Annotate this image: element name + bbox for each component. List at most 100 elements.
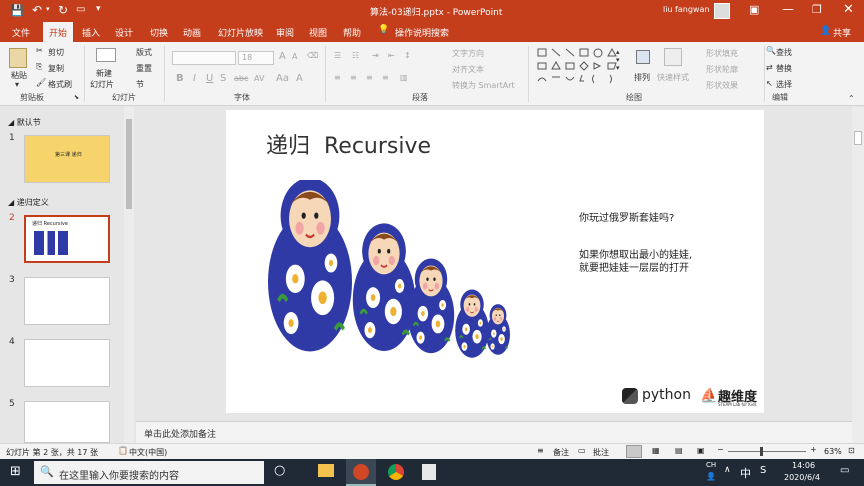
shrink-font-icon[interactable]: A [292, 52, 297, 61]
grow-font-icon[interactable]: A [279, 51, 286, 62]
notification-icon[interactable]: ▭ [840, 465, 849, 476]
new-slide-label2[interactable]: 幻灯片 [90, 79, 114, 90]
matryoshka-dolls-image[interactable] [266, 180, 516, 362]
ime-s[interactable]: S [760, 465, 766, 476]
current-slide[interactable]: 递归 Recursive 你玩过俄罗斯套娃吗? 如果你想取出最小的娃娃, 就要把… [226, 110, 764, 413]
align-left-icon[interactable]: ≡ [334, 73, 341, 82]
slide-title[interactable]: 递归 Recursive [266, 128, 431, 160]
new-slide-button[interactable]: 新建 [96, 68, 112, 79]
format-painter-button[interactable]: 格式刷 [48, 79, 72, 90]
question-text[interactable]: 你玩过俄罗斯套娃吗? [579, 209, 674, 224]
gallery-scroll-icon[interactable]: ▴ ▾ ▾ [616, 48, 620, 72]
collapse-ribbon-icon[interactable]: ⌃ [848, 94, 855, 103]
show-hidden-icon[interactable]: ∧ [724, 465, 731, 475]
find-button[interactable]: 查找 [776, 47, 792, 58]
reading-view-icon[interactable]: ▤ [675, 446, 683, 455]
tab-file[interactable]: 文件 [12, 26, 30, 39]
bold-button[interactable]: B [176, 73, 184, 84]
slide-thumbnail-5[interactable] [24, 401, 110, 443]
tab-slideshow[interactable]: 幻灯片放映 [218, 26, 263, 39]
bullets-icon[interactable]: ☰ [334, 51, 341, 60]
notes-toggle-button[interactable]: 备注 [553, 447, 569, 458]
font-name-combo[interactable] [172, 51, 236, 65]
font-size-combo[interactable]: 18 [238, 51, 274, 65]
text-direction-button[interactable]: 文字方向 [452, 48, 484, 59]
shape-fill-button[interactable]: 形状填充 [706, 48, 738, 59]
undo-icon[interactable]: ↶ [32, 3, 42, 17]
quick-styles-icon[interactable] [664, 48, 682, 66]
tab-animations[interactable]: 动画 [183, 26, 201, 39]
tab-home[interactable]: 开始 [43, 22, 74, 42]
tell-me-search[interactable]: 操作说明搜索 [395, 26, 449, 39]
tab-review[interactable]: 审阅 [276, 26, 294, 39]
close-icon[interactable]: ✕ [843, 2, 854, 17]
undo-dropdown-icon[interactable]: ▾ [46, 5, 50, 13]
comments-toggle-button[interactable]: 批注 [593, 447, 609, 458]
thumbnails-scrollbar[interactable] [124, 107, 134, 443]
spacing-button[interactable]: AV [254, 74, 264, 83]
spellcheck-icon[interactable]: 📋 [118, 446, 128, 455]
quick-styles-button[interactable]: 快速样式 [657, 72, 689, 83]
copy-button[interactable]: 复制 [48, 63, 64, 74]
file-explorer-icon[interactable] [318, 464, 334, 477]
taskbar-search-box[interactable]: 🔍 在这里输入你要搜索的内容 [34, 461, 264, 484]
columns-icon[interactable]: ▥ [400, 73, 408, 82]
replace-button[interactable]: 替换 [776, 63, 792, 74]
slide-thumbnail-1[interactable]: 第三课 递归 [24, 135, 110, 183]
change-case-button[interactable]: Aa [276, 73, 289, 84]
slide-thumbnail-2[interactable]: 递归 Recursive [24, 215, 110, 263]
section-header-recursion[interactable]: ◢ 递归定义 [8, 197, 49, 208]
align-right-icon[interactable]: ≡ [366, 73, 373, 82]
redo-icon[interactable]: ↻ [58, 3, 68, 17]
tab-transitions[interactable]: 切换 [150, 26, 168, 39]
tab-view[interactable]: 视图 [309, 26, 327, 39]
zoom-slider-thumb[interactable] [760, 447, 763, 456]
shadow-button[interactable]: abc [234, 74, 248, 83]
smartart-button[interactable]: 转换为 SmartArt [452, 80, 515, 91]
save-icon[interactable]: 💾 [10, 4, 24, 17]
avatar[interactable] [714, 3, 730, 19]
clock-time[interactable]: 14:06 [792, 461, 815, 470]
person-icon[interactable]: 👤 [706, 472, 716, 481]
fit-slide-icon[interactable]: ⊡ [848, 446, 855, 455]
powerpoint-taskbar-icon[interactable] [346, 459, 376, 486]
body-line-2[interactable]: 就要把娃娃一层层的打开 [579, 259, 689, 274]
tab-help[interactable]: 帮助 [343, 26, 361, 39]
line-spacing-icon[interactable]: ↕ [404, 51, 411, 60]
reset-button[interactable]: 重置 [136, 63, 152, 74]
font-color-icon[interactable]: A [296, 73, 303, 84]
arrange-button[interactable]: 排列 [634, 72, 650, 83]
start-icon[interactable]: ⊞ [10, 464, 21, 479]
align-text-button[interactable]: 对齐文本 [452, 64, 484, 75]
outdent-icon[interactable]: ⇤ [388, 51, 395, 60]
align-center-icon[interactable]: ≡ [350, 73, 357, 82]
chrome-icon[interactable] [388, 464, 404, 480]
shapes-gallery[interactable] [536, 47, 626, 89]
arrange-icon[interactable] [636, 50, 650, 64]
thumbnails-scroll-thumb[interactable] [126, 119, 132, 209]
slide-thumbnail-3[interactable] [24, 277, 110, 325]
share-button[interactable]: 共享 [833, 26, 851, 39]
cut-button[interactable]: 剪切 [48, 47, 64, 58]
maximize-icon[interactable]: ❐ [812, 3, 822, 16]
ribbon-display-icon[interactable]: ▣ [749, 3, 759, 16]
clear-format-icon[interactable]: ⌫ [307, 51, 318, 60]
zoom-out-icon[interactable]: − [717, 445, 724, 454]
customize-qat-icon[interactable]: ▾ [96, 4, 101, 14]
clock-date[interactable]: 2020/6/4 [784, 473, 820, 482]
tab-insert[interactable]: 插入 [82, 26, 100, 39]
notes-pane[interactable]: 单击此处添加备注 [136, 421, 852, 443]
shape-outline-button[interactable]: 形状轮廓 [706, 64, 738, 75]
ime-ch[interactable]: CH [706, 461, 716, 469]
main-scrollbar[interactable] [852, 107, 864, 443]
italic-button[interactable]: I [193, 73, 196, 84]
underline-button[interactable]: U [206, 73, 213, 84]
language-indicator[interactable]: 中文(中国) [129, 447, 167, 458]
slide-thumbnail-4[interactable] [24, 339, 110, 387]
app-taskbar-icon[interactable] [422, 464, 436, 480]
paste-icon[interactable] [9, 48, 27, 68]
main-scroll-thumb[interactable] [854, 131, 862, 145]
section-header-default[interactable]: ◢ 默认节 [8, 117, 41, 128]
shape-effects-button[interactable]: 形状效果 [706, 80, 738, 91]
slideshow-view-icon[interactable]: ▣ [697, 446, 705, 455]
